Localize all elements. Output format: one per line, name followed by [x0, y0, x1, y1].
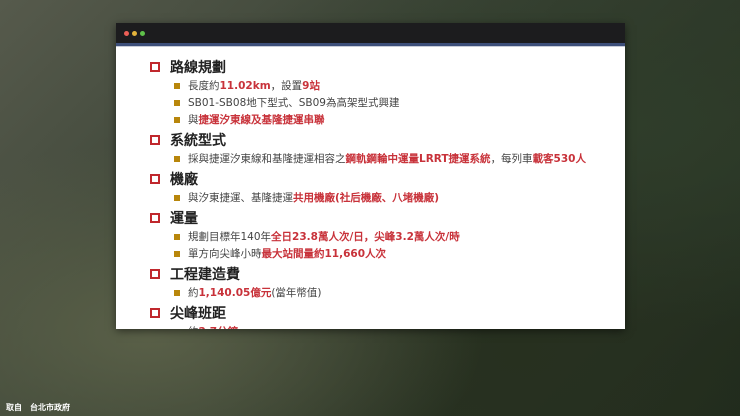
square-bullet-icon [174, 82, 180, 89]
list-item: SB01-SB08地下型式、SB09為高架型式興建 [150, 94, 625, 111]
hollow-square-bullet-icon [150, 213, 160, 223]
section-title: 運量 [170, 211, 198, 227]
section-title: 系統型式 [170, 133, 226, 149]
hollow-square-bullet-icon [150, 269, 160, 279]
section-title: 機廠 [170, 172, 198, 188]
highlight-text: 最大站間量約11,660人次 [261, 248, 387, 260]
item-text: 約 [188, 287, 199, 299]
title-bar [116, 23, 625, 43]
section-heading: 運量 [150, 208, 625, 228]
maximize-button[interactable] [140, 30, 145, 36]
slide-section: 機廠 與汐東捷運、基隆捷運 共用機廠(社后機廠、八堵機廠) [150, 169, 625, 206]
highlight-text: 共用機廠(社后機廠、八堵機廠) [293, 192, 440, 204]
item-text: ，每列車 [490, 153, 533, 165]
section-heading: 工程建造費 [150, 264, 625, 284]
highlight-text: 11.02km [219, 79, 271, 92]
hollow-square-bullet-icon [150, 308, 160, 318]
highlight-text: 2.7分鐘 [199, 324, 239, 329]
section-heading: 系統型式 [150, 130, 625, 150]
section-title: 工程建造費 [170, 267, 240, 283]
hollow-square-bullet-icon [150, 135, 160, 145]
item-text: 與汐東捷運、基隆捷運 [188, 192, 293, 204]
square-bullet-icon [174, 328, 180, 329]
close-button[interactable] [124, 30, 129, 36]
item-text: 規劃目標年140年 [188, 231, 272, 243]
square-bullet-icon [174, 289, 180, 296]
hollow-square-bullet-icon [150, 62, 160, 72]
list-item: 與捷運汐東線及基隆捷運串聯 [150, 111, 625, 128]
highlight-text: 9站 [302, 80, 320, 92]
item-text: (當年幣值) [271, 287, 322, 299]
highlight-text: 全日23.8萬人次/日，尖峰3.2萬人次/時 [271, 231, 460, 243]
slide-section: 尖峰班距約2.7分鐘 [150, 303, 625, 329]
list-item: 規劃目標年140年 全日23.8萬人次/日，尖峰3.2萬人次/時 [150, 228, 625, 245]
slide-section: 系統型式 採與捷運汐東線和基隆捷運相容之 鋼軌鋼輪中運量LRRT捷運系統 ，每列車 載客… [150, 130, 625, 167]
slide-section: 工程建造費約 1,140.05億元 (當年幣值) [150, 264, 625, 301]
square-bullet-icon [174, 194, 180, 201]
section-title: 尖峰班距 [170, 306, 226, 322]
minimize-button[interactable] [132, 30, 137, 36]
item-text: 約 [188, 324, 199, 329]
item-text: 單方向尖峰小時 [188, 248, 262, 260]
list-item: 長度約 11.02km ，設置 9站 [150, 77, 625, 94]
list-item: 採與捷運汐東線和基隆捷運相容之 鋼軌鋼輪中運量LRRT捷運系統 ，每列車 載客530人 [150, 150, 625, 167]
highlight-text: 1,140.05億元 [198, 287, 272, 299]
slide-section: 路線規劃 長度約 11.02km ，設置 9站 SB01-SB08地下型式、SB09為高架… [150, 57, 625, 128]
item-text: 採與捷運汐東線和基隆捷運相容之 [188, 153, 346, 165]
item-text: 長度約 [188, 80, 220, 92]
section-title: 路線規劃 [170, 60, 226, 76]
slide-header-rule [116, 43, 625, 47]
list-item: 與汐東捷運、基隆捷運 共用機廠(社后機廠、八堵機廠) [150, 189, 625, 206]
list-item: 約 1,140.05億元 (當年幣值) [150, 284, 625, 301]
section-heading: 機廠 [150, 169, 625, 189]
highlight-text: 鋼軌鋼輪中運量LRRT捷運系統 [345, 153, 491, 165]
section-heading: 尖峰班距 [150, 303, 625, 323]
item-text: 與 [188, 114, 199, 126]
square-bullet-icon [174, 116, 180, 123]
list-item: 單方向尖峰小時 最大站間量約11,660人次 [150, 245, 625, 262]
highlight-text: 捷運汐東線及基隆捷運串聯 [198, 114, 325, 126]
square-bullet-icon [174, 155, 180, 162]
item-text: ，設置 [270, 80, 303, 92]
slide-section: 運量 規劃目標年140年 全日23.8萬人次/日，尖峰3.2萬人次/時 單方向尖峰小時… [150, 208, 625, 262]
presentation-window: 路線規劃 長度約 11.02km ，設置 9站 SB01-SB08地下型式、SB09為高架… [116, 23, 625, 329]
square-bullet-icon [174, 250, 180, 257]
item-text: SB01-SB08地下型式、SB09為高架型式興建 [188, 97, 400, 109]
image-credit: 取自 台北市政府 [6, 403, 70, 412]
slide-content: 路線規劃 長度約 11.02km ，設置 9站 SB01-SB08地下型式、SB09為高架… [150, 57, 625, 329]
hollow-square-bullet-icon [150, 174, 160, 184]
list-item: 約2.7分鐘 [150, 323, 625, 329]
highlight-text: 載客530人 [532, 153, 586, 165]
section-heading: 路線規劃 [150, 57, 625, 77]
square-bullet-icon [174, 99, 180, 106]
square-bullet-icon [174, 233, 180, 240]
